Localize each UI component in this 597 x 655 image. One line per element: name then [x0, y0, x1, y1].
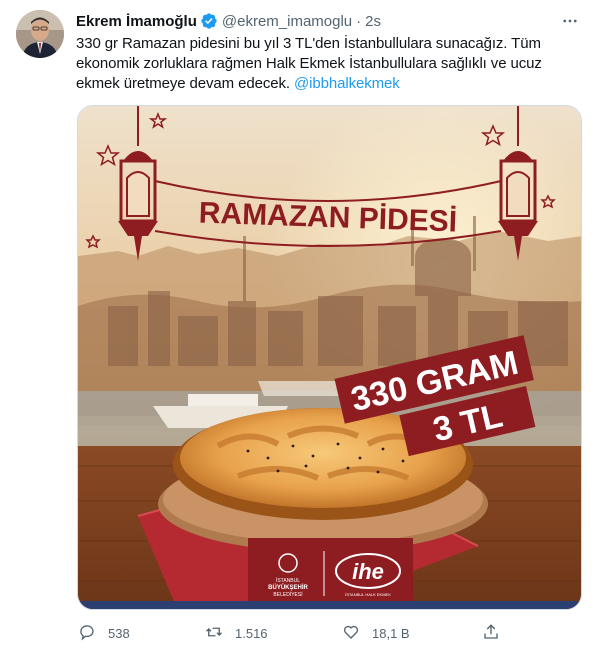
avatar-image	[16, 10, 64, 58]
reply-icon	[78, 623, 96, 644]
author-name[interactable]: Ekrem İmamoğlu	[76, 13, 197, 30]
share-icon	[482, 623, 500, 644]
tweet[interactable]: Ekrem İmamoğlu @ekrem_imamoglu · 2s 330 …	[0, 0, 597, 655]
timestamp[interactable]: 2s	[365, 13, 381, 30]
tweet-text-line-3-body: ekmek üretmeye devam edecek.	[76, 75, 295, 92]
retweet-button[interactable]: 1.516	[205, 620, 268, 646]
ibb-logo-line-2: BÜYÜKŞEHİR	[268, 584, 308, 591]
tweet-text-line-3: ekmek üretmeye devam edecek. @ibbhalkekm…	[76, 74, 576, 94]
more-options-icon[interactable]	[559, 11, 581, 31]
verified-badge-icon	[200, 12, 218, 30]
ibb-logo-line-3: BELEDİYESİ	[273, 591, 302, 598]
like-button[interactable]: 18,1 B	[342, 620, 410, 646]
retweet-count: 1.516	[235, 625, 268, 641]
like-count: 18,1 B	[372, 625, 410, 641]
retweet-icon	[205, 623, 223, 644]
tweet-actions: 538 1.516 18,1 B	[76, 620, 506, 646]
reply-count: 538	[108, 625, 130, 641]
tweet-text-line-1: 330 gr Ramazan pidesini bu yıl 3 TL'den …	[76, 35, 541, 52]
tweet-media[interactable]: RAMAZAN PİDESİ 330 GRAM 3 TL İSTANBUL BÜ…	[77, 105, 582, 610]
avatar[interactable]	[16, 10, 64, 58]
tweet-text-line-2: ekonomik zorluklara rağmen Halk Ekmek İs…	[76, 55, 542, 72]
tweet-text: 330 gr Ramazan pidesini bu yıl 3 TL'den …	[76, 34, 576, 94]
ibb-logo-line-1: İSTANBUL	[276, 577, 300, 584]
share-button[interactable]	[482, 620, 500, 646]
reply-button[interactable]: 538	[78, 620, 130, 646]
mention-link[interactable]: @ibbhalkekmek	[294, 75, 400, 92]
ihe-logo-subtext: İSTANBUL HALK EKMEK	[345, 592, 391, 597]
ihe-logo-text: ihe	[352, 559, 384, 584]
tweet-header: Ekrem İmamoğlu @ekrem_imamoglu · 2s	[76, 11, 581, 31]
ramazan-poster-image: RAMAZAN PİDESİ 330 GRAM 3 TL İSTANBUL BÜ…	[78, 106, 581, 609]
author-handle[interactable]: @ekrem_imamoglu	[222, 13, 352, 30]
like-icon	[342, 623, 360, 644]
separator-dot: ·	[356, 12, 362, 30]
